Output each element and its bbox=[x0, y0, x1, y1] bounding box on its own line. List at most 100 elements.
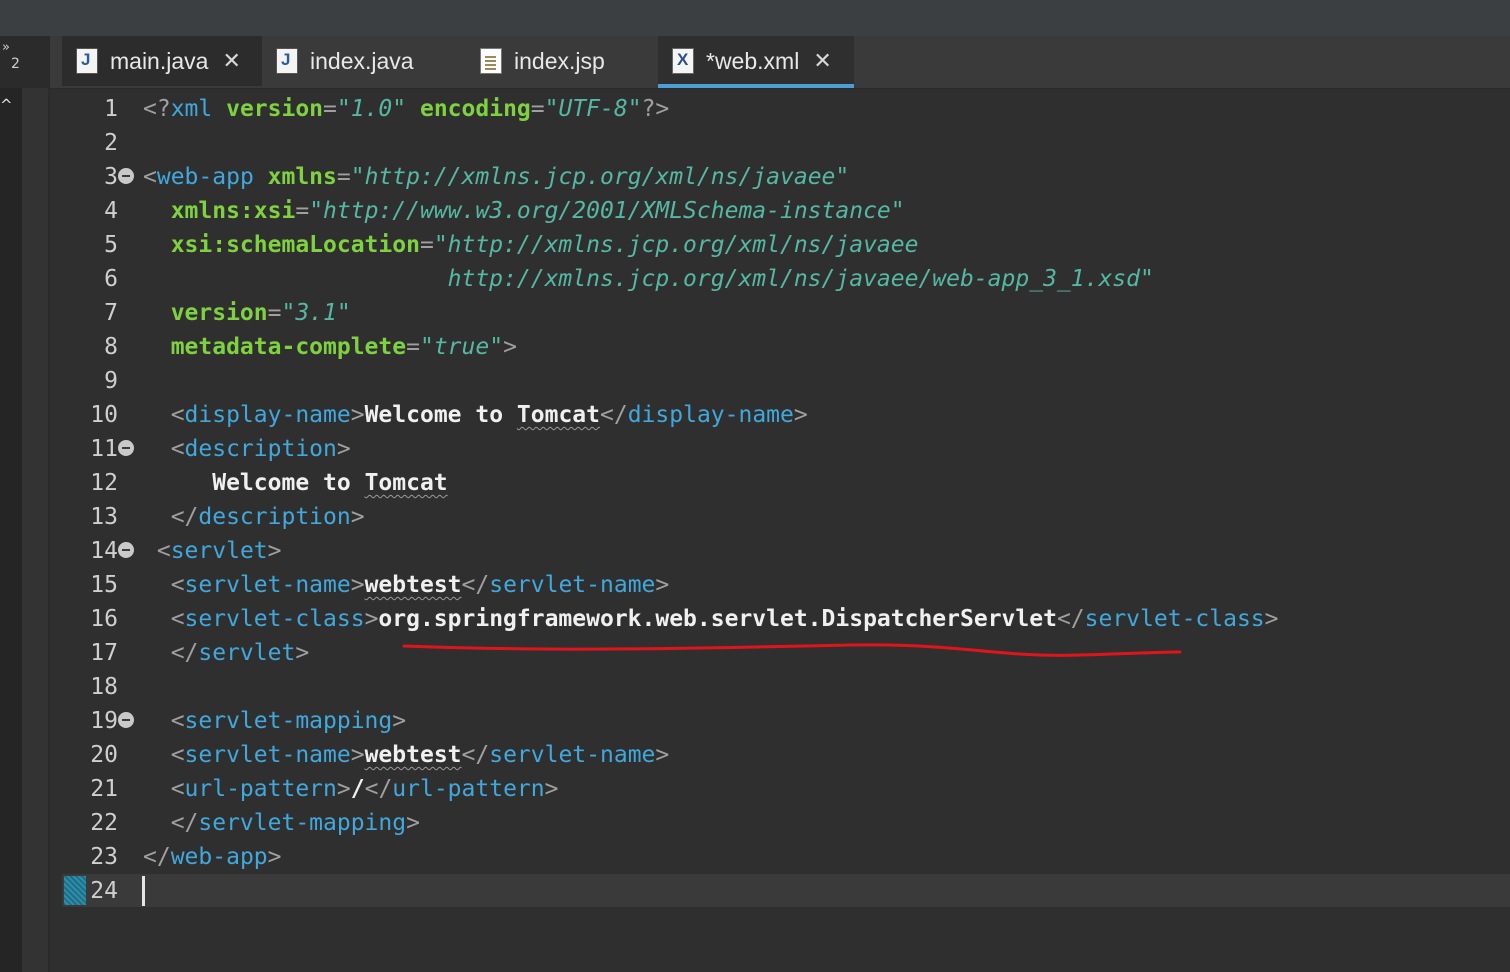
code-text: </servlet> bbox=[143, 636, 310, 670]
tab-label: index.jsp bbox=[514, 47, 605, 74]
code-token: < bbox=[143, 742, 185, 768]
code-token: description bbox=[198, 504, 351, 530]
code-token: / bbox=[350, 776, 365, 802]
code-token: servlet-name bbox=[489, 572, 656, 598]
tab-index-java[interactable]: index.java bbox=[262, 36, 460, 86]
code-token: = bbox=[336, 164, 351, 190]
code-text: <?xml version="1.0" encoding="UTF-8"?> bbox=[143, 92, 669, 126]
line-number: 1 bbox=[104, 96, 118, 122]
tab-overflow-count: 2 bbox=[11, 56, 20, 72]
code-token: </ bbox=[600, 402, 628, 428]
code-text: Welcome to Tomcat bbox=[143, 466, 448, 500]
code-token: < bbox=[143, 606, 185, 632]
line-number: 3 bbox=[104, 164, 118, 190]
code-token: > bbox=[267, 844, 282, 870]
jsp-file-icon bbox=[480, 48, 502, 74]
code-token: < bbox=[143, 572, 185, 598]
code-token: web-app bbox=[156, 164, 268, 190]
code-token: servlet-class bbox=[1084, 606, 1265, 632]
side-panel-edge bbox=[0, 88, 22, 972]
code-token: > bbox=[350, 504, 365, 530]
line-number: 10 bbox=[90, 402, 118, 428]
code-token: servlet-mapping bbox=[184, 708, 393, 734]
code-token: > bbox=[364, 606, 379, 632]
line-number: 7 bbox=[104, 300, 118, 326]
code-token: http://xmlns.jcp.org/xml/ns/javaee/web-a… bbox=[143, 266, 1154, 292]
line-number: 2 bbox=[104, 130, 118, 156]
code-token: xml bbox=[170, 96, 227, 122]
tab-index-jsp[interactable]: index.jsp bbox=[462, 36, 658, 86]
code-token: > bbox=[350, 402, 365, 428]
code-token: = bbox=[267, 300, 282, 326]
tab-label: index.java bbox=[310, 47, 414, 74]
tab-web-xml[interactable]: *web.xml ✕ bbox=[658, 36, 854, 88]
window-top-bar bbox=[0, 0, 1510, 36]
tab-main-java[interactable]: main.java ✕ bbox=[62, 36, 262, 86]
code-token: </ bbox=[143, 810, 199, 836]
close-tab-icon[interactable]: ✕ bbox=[222, 49, 240, 74]
code-token: xsi:schemaLocation bbox=[143, 232, 420, 258]
code-token: = bbox=[323, 96, 337, 122]
code-token: url-pattern bbox=[184, 776, 337, 802]
code-token: servlet-name bbox=[184, 572, 351, 598]
code-token: </ bbox=[461, 572, 490, 598]
line-number: 9 bbox=[104, 368, 118, 394]
line-number: 6 bbox=[104, 266, 118, 292]
tab-overflow-icon[interactable]: » bbox=[2, 41, 10, 54]
code-token: > bbox=[350, 742, 365, 768]
code-token: = bbox=[406, 334, 420, 360]
code-text: </description> bbox=[143, 500, 365, 534]
code-token: = bbox=[295, 198, 310, 224]
code-text: <servlet-name>webtest</servlet-name> bbox=[143, 568, 670, 602]
line-number: 4 bbox=[104, 198, 118, 224]
code-token: > bbox=[793, 402, 808, 428]
code-text: </web-app> bbox=[143, 840, 282, 874]
line-number: 12 bbox=[90, 470, 118, 496]
line-number: 19 bbox=[90, 708, 118, 734]
code-token: display-name bbox=[184, 402, 351, 428]
code-text: </servlet-mapping> bbox=[143, 806, 420, 840]
code-token: > bbox=[655, 572, 670, 598]
code-token: ?> bbox=[641, 96, 670, 122]
code-token: Tomcat bbox=[516, 402, 600, 428]
code-token: "1.0" bbox=[336, 96, 407, 122]
code-token: description bbox=[184, 436, 337, 462]
fold-toggle-icon[interactable] bbox=[118, 168, 134, 184]
xml-file-icon bbox=[672, 48, 694, 74]
code-token: Tomcat bbox=[364, 470, 448, 496]
line-number: 21 bbox=[90, 776, 118, 802]
fold-toggle-icon[interactable] bbox=[118, 542, 134, 558]
code-token: Welcome to bbox=[143, 470, 365, 496]
code-text: <servlet-class>org.springframework.web.s… bbox=[143, 602, 1279, 636]
code-token: > bbox=[544, 776, 559, 802]
line-number: 13 bbox=[90, 504, 118, 530]
code-text: <servlet-name>webtest</servlet-name> bbox=[143, 738, 670, 772]
code-token: < bbox=[143, 402, 185, 428]
code-token: web-app bbox=[170, 844, 268, 870]
line-number: 17 bbox=[90, 640, 118, 666]
code-token: servlet-name bbox=[184, 742, 351, 768]
code-token: = bbox=[419, 232, 434, 258]
fold-toggle-icon[interactable] bbox=[118, 712, 134, 728]
code-token: </ bbox=[461, 742, 490, 768]
code-text: <display-name>Welcome to Tomcat</display… bbox=[143, 398, 808, 432]
code-token: org.springframework.web.servlet.Dispatch… bbox=[378, 606, 1057, 632]
code-token: xmlns:xsi bbox=[143, 198, 296, 224]
code-token: servlet-class bbox=[184, 606, 365, 632]
code-token: > bbox=[336, 776, 351, 802]
close-tab-icon[interactable]: ✕ bbox=[813, 49, 831, 74]
line-number: 5 bbox=[104, 232, 118, 258]
code-text: <servlet-mapping> bbox=[143, 704, 406, 738]
code-token: = bbox=[530, 96, 545, 122]
collapse-panel-icon[interactable]: ^ bbox=[0, 96, 13, 114]
code-token: </ bbox=[143, 504, 199, 530]
tab-label: *web.xml bbox=[706, 47, 800, 74]
code-token: > bbox=[1264, 606, 1279, 632]
code-token: "http://xmlns.jcp.org/xml/ns/javaee bbox=[433, 232, 919, 258]
code-text: http://xmlns.jcp.org/xml/ns/javaee/web-a… bbox=[143, 262, 1154, 296]
code-token: </ bbox=[1056, 606, 1085, 632]
line-number: 22 bbox=[90, 810, 118, 836]
line-number: 20 bbox=[90, 742, 118, 768]
tab-label: main.java bbox=[110, 47, 209, 74]
fold-toggle-icon[interactable] bbox=[118, 440, 134, 456]
